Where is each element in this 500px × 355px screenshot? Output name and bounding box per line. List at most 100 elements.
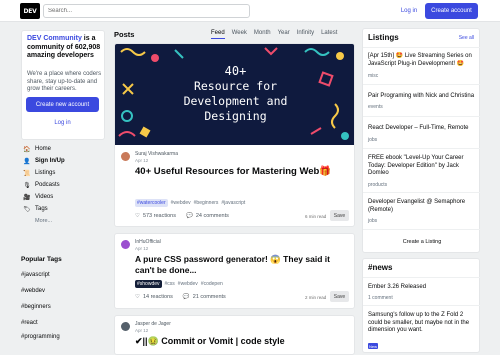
post-card[interactable]: 40+ Resource for Development and Designing … [114,43,355,227]
tab-week[interactable]: Week [232,30,247,39]
comment-icon: 💬 [185,213,193,219]
avatar[interactable] [121,152,130,161]
listing-item[interactable]: React Developer – Full-Time, Remote [368,125,476,133]
post-title[interactable]: ✔||🤢 Commit or Vomit | code style [135,335,345,347]
scroll-icon: 📜 [23,170,31,177]
tag-link[interactable]: #watercooler [135,199,168,207]
comments-link[interactable]: 💬 24 comments [186,213,229,219]
listing-category: events [368,104,383,110]
post-author[interactable]: Suraj Vishwakarma [135,151,178,157]
avatar[interactable] [121,322,130,331]
sidebar-item-label: Listings [35,170,56,176]
read-time: 6 min read [305,214,327,219]
save-button[interactable]: Save [330,210,349,221]
sidebar-item-tags[interactable]: 🏷 Tags [21,203,105,215]
news-heading: #news [368,263,393,272]
search-input[interactable] [43,4,250,18]
tag-link[interactable]: #webdev [178,281,198,287]
divider [363,116,481,117]
post-cover-image[interactable]: 40+ Resource for Development and Designing [115,44,354,145]
listings-card: Listings See all [Apr 15th] 🤩 Live Strea… [362,28,481,253]
listing-category: products [368,182,388,188]
post-tags: #showdev #css #webdev #codepen [135,280,223,288]
news-item[interactable]: Ember 3.26 Released [368,284,476,292]
post-author[interactable]: InHuOfficial [135,239,161,245]
reactions-link[interactable]: ♡ 573 reactions [135,213,176,219]
tab-latest[interactable]: Latest [321,30,337,39]
save-button[interactable]: Save [330,291,349,302]
news-comment-count: 1 comment [368,295,393,301]
popular-tags-heading: Popular Tags [21,256,62,263]
tab-month[interactable]: Month [254,30,271,39]
listing-item[interactable]: Developer Evangelist @ Semaphore (Remote… [368,199,476,214]
comments-count: 21 comments [192,294,226,300]
news-card: #news Ember 3.26 Released 1 comment Sams… [362,258,481,353]
create-account-button[interactable]: Create account [425,3,478,19]
tab-year[interactable]: Year [278,30,290,39]
tab-feed[interactable]: Feed [211,30,225,39]
top-navigation-bar: DEV Log in Create account [0,0,500,22]
posts-heading: Posts [114,30,135,39]
post-stats: ♡ 14 reactions 💬 21 comments [135,294,226,300]
sidebar-item-sign-in[interactable]: 👤 Sign In/Up [21,155,105,167]
listing-category: jobs [368,137,378,143]
listing-category: jobs [368,218,378,224]
tab-infinity[interactable]: Infinity [297,30,314,39]
tag-link[interactable]: #beginners [21,304,51,310]
listings-heading: Listings [368,33,399,42]
listing-item[interactable]: Pair Programing with Nick and Christina [368,93,476,101]
login-link[interactable]: Log in [395,3,423,19]
video-camera-icon: 🎥 [23,194,31,201]
create-listing-link[interactable]: Create a Listing [363,239,481,245]
dev-logo[interactable]: DEV [20,3,40,19]
post-title[interactable]: 40+ Useful Resources for Mastering Web🎁 [135,166,345,178]
post-stats: ♡ 573 reactions 💬 24 comments [135,213,229,219]
divider [363,229,481,230]
tag-link[interactable]: #webdev [171,200,191,206]
reactions-link[interactable]: ♡ 14 reactions [135,294,173,300]
divider [363,277,481,278]
divider [363,84,481,85]
cover-text-line: Designing [204,109,267,123]
tag-link[interactable]: #javascript [221,200,245,206]
post-cover-text: 40+ Resource for Development and Designing [115,64,354,124]
reactions-count: 14 reactions [142,294,173,300]
listing-item[interactable]: [Apr 15th] 🤩 Live Streaming Series on Ja… [368,53,476,68]
sidebar-item-label: Home [35,146,52,152]
post-title[interactable]: A pure CSS password generator! 😱 They sa… [135,254,345,276]
tag-link[interactable]: #react [21,320,38,326]
sidebar-item-videos[interactable]: 🎥 Videos [21,191,105,203]
sidebar-item-home[interactable]: 🏠 Home [21,143,105,155]
tag-link[interactable]: #css [165,281,175,287]
listing-item[interactable]: FREE ebook "Level-Up Your Career Today: … [368,155,476,178]
tag-link[interactable]: #javascript [21,272,50,278]
intro-description: We're a place where coders share, stay u… [27,71,102,92]
sidebar-more-link[interactable]: More... [21,215,105,227]
sidebar-item-label: Sign In/Up [35,158,65,164]
sidebar-item-podcasts[interactable]: 🎙 Podcasts [21,179,105,191]
see-all-link[interactable]: See all [459,35,474,41]
tag-link[interactable]: #codepen [201,281,223,287]
news-item[interactable]: Samsung's follow up to the Z Fold 2 coul… [368,312,476,335]
sidebar-item-listings[interactable]: 📜 Listings [21,167,105,179]
post-card[interactable]: Jasper de Jager Apr 12 ✔||🤢 Commit or Vo… [114,315,355,355]
community-link[interactable]: DEV Community [27,35,82,42]
post-date: Apr 12 [135,246,149,251]
read-time: 2 min read [305,295,327,300]
post-card[interactable]: InHuOfficial Apr 12 A pure CSS password … [114,233,355,309]
tag-link[interactable]: #beginners [194,200,219,206]
sidebar-item-label: Podcasts [35,182,60,188]
tag-icon: 🏷 [23,206,31,213]
tag-link[interactable]: #webdev [21,288,45,294]
post-author[interactable]: Jasper de Jager [135,321,171,327]
listing-category: misc [368,73,379,79]
intro-login-link[interactable]: Log in [26,117,99,129]
create-new-account-button[interactable]: Create new account [26,97,99,112]
post-date: Apr 12 [135,158,149,163]
tag-link[interactable]: #showdev [135,280,162,288]
intro-headline: DEV Community is a community of 602,908 … [27,35,105,61]
comment-icon: 💬 [182,294,190,300]
comments-link[interactable]: 💬 21 comments [183,294,226,300]
avatar[interactable] [121,240,130,249]
tag-link[interactable]: #programming [21,334,60,340]
